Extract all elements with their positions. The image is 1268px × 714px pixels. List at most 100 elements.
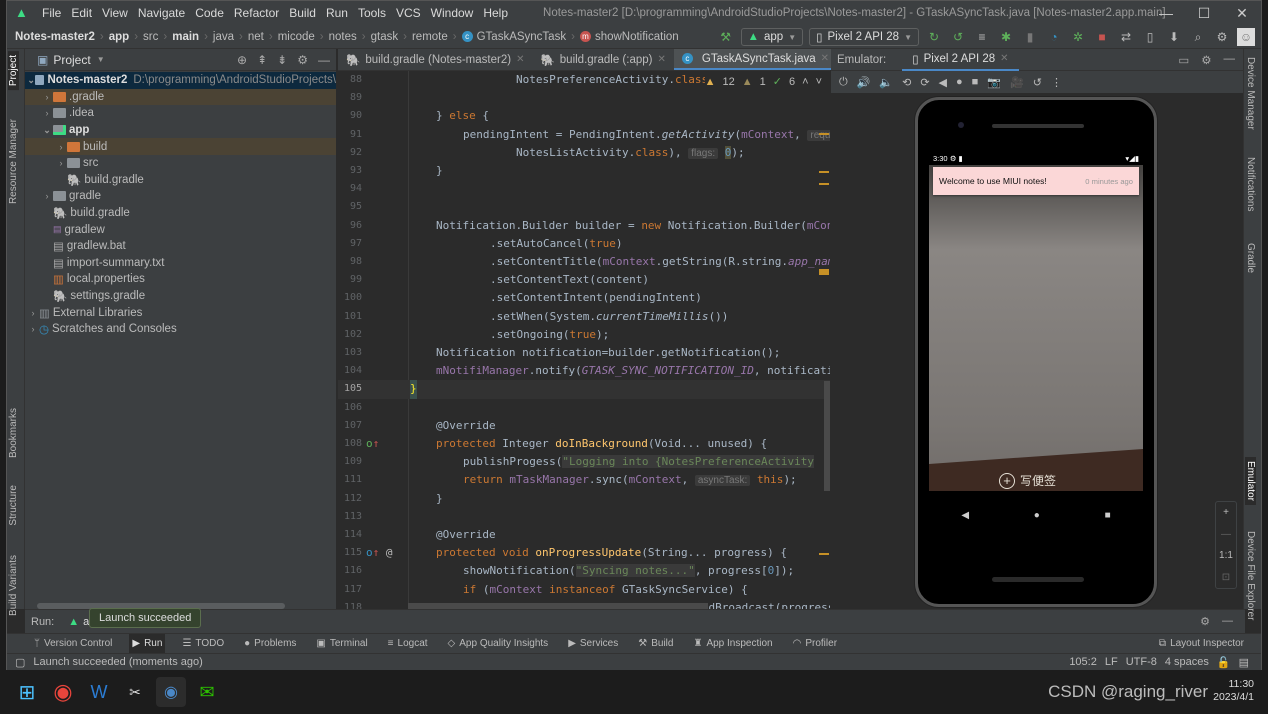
chevron-right-icon[interactable]: ›: [27, 324, 39, 334]
volume-up-icon[interactable]: 🔊: [857, 76, 871, 89]
tree-item[interactable]: › gradle: [25, 188, 336, 205]
toolwindow-logcat[interactable]: ≡ Logcat: [385, 634, 431, 654]
tab-build-gradle-app[interactable]: 🐘 build.gradle (:app) ✕: [532, 49, 673, 70]
toolwindow-build[interactable]: ⚒ Build: [635, 634, 676, 654]
stop-icon[interactable]: ■: [1093, 28, 1111, 46]
zoom-in-button[interactable]: +: [1223, 507, 1229, 518]
toolwindow-terminal[interactable]: ▣ Terminal: [313, 634, 370, 654]
run-config-select[interactable]: ▲ app ▼: [740, 28, 804, 46]
menu-window[interactable]: Window: [426, 1, 479, 25]
android-studio-taskbar-icon[interactable]: ◉: [156, 677, 186, 707]
breadcrumb-item[interactable]: java: [213, 31, 234, 43]
toolwindow-todo[interactable]: ☰ TODO: [179, 634, 227, 654]
project-view-select[interactable]: Project: [53, 53, 90, 67]
toolwindow-run[interactable]: ▶ Run: [129, 633, 166, 654]
menu-refactor[interactable]: Refactor: [229, 1, 284, 25]
tree-item[interactable]: › .idea: [25, 105, 336, 122]
tree-item[interactable]: 🐘 build.gradle: [25, 172, 336, 189]
more-vert-icon[interactable]: ⋮: [1051, 76, 1062, 89]
menu-help[interactable]: Help: [478, 1, 513, 25]
overrides-gutter-icon[interactable]: o↑ @: [366, 544, 393, 562]
indent-setting[interactable]: 4 spaces: [1165, 656, 1209, 669]
breadcrumb-item[interactable]: GTaskASyncTask: [477, 31, 566, 43]
error-stripe-mark[interactable]: [819, 553, 829, 555]
wechat-icon[interactable]: ✉: [192, 677, 222, 707]
tree-item[interactable]: 🐘 build.gradle: [25, 205, 336, 222]
toolwindow-services[interactable]: ▶ Services: [565, 634, 621, 654]
run-tests-icon[interactable]: ≡: [973, 28, 991, 46]
tree-item[interactable]: ⌄ Notes-master2 D:\programming\AndroidStud…: [25, 72, 336, 89]
stripe-build-variants[interactable]: Build Variants: [8, 551, 19, 620]
tree-item[interactable]: › .gradle: [25, 88, 336, 106]
stripe-emulator[interactable]: Emulator: [1245, 457, 1256, 506]
stripe-project[interactable]: Project: [8, 51, 19, 91]
attach-debugger-icon[interactable]: ▮: [1021, 28, 1039, 46]
gear-icon[interactable]: ⚙: [1200, 615, 1210, 628]
avatar[interactable]: ☺: [1237, 28, 1255, 46]
error-stripe-mark[interactable]: [819, 133, 829, 135]
inspection-widget[interactable]: ▲ 12 ▲ 1 ✓ 6 ˄ ˅: [704, 75, 822, 88]
status-message[interactable]: Launch succeeded (moments ago): [33, 656, 202, 668]
snipping-tool-icon[interactable]: ✂: [120, 677, 150, 707]
code-area[interactable]: 88NotesPreferenceActivity.class) 89 90} …: [338, 71, 830, 609]
power-icon[interactable]: ⏻: [839, 76, 848, 89]
emulator-device-tab[interactable]: ▯ Pixel 2 API 28 ✕: [902, 49, 1019, 71]
toolwindow-app-quality-insights[interactable]: ◇ App Quality Insights: [445, 634, 552, 654]
lock-icon[interactable]: 🔓: [1217, 656, 1231, 669]
chevron-down-icon[interactable]: ▼: [97, 55, 105, 64]
profile-icon[interactable]: ◔: [1045, 28, 1063, 46]
gear-icon[interactable]: ⚙: [1201, 53, 1211, 67]
previous-highlight-icon[interactable]: ˄: [802, 76, 808, 88]
stripe-device-manager[interactable]: Device Manager: [1245, 53, 1256, 134]
chrome-icon[interactable]: ◉: [48, 677, 78, 707]
tree-item[interactable]: › ◷ Scratches and Consoles: [25, 321, 336, 338]
file-encoding[interactable]: UTF-8: [1126, 656, 1157, 669]
stripe-device-file-explorer[interactable]: Device File Explorer: [1245, 527, 1256, 624]
breadcrumb-item[interactable]: micode: [278, 31, 315, 43]
stripe-gradle[interactable]: Gradle: [1245, 239, 1256, 277]
toolwindow-problems[interactable]: ● Problems: [241, 634, 299, 654]
chevron-right-icon[interactable]: ›: [27, 308, 39, 318]
windows-start-icon[interactable]: ⊞: [12, 677, 42, 707]
stripe-notifications[interactable]: Notifications: [1245, 153, 1256, 215]
tab-build-gradle-project[interactable]: 🐘 build.gradle (Notes-master2) ✕: [338, 49, 532, 70]
debug-icon[interactable]: ✱: [997, 28, 1015, 46]
breadcrumb-item[interactable]: notes: [329, 31, 357, 43]
tab-gtaskasynctask[interactable]: c GTaskASyncTask.java ✕: [673, 49, 838, 70]
breadcrumb-item[interactable]: showNotification: [595, 31, 679, 43]
chevron-right-icon[interactable]: ›: [41, 108, 53, 118]
search-icon[interactable]: ⌕: [1189, 28, 1207, 46]
tree-item[interactable]: 🐘 settings.gradle: [25, 288, 336, 305]
chevron-down-icon[interactable]: ⌄: [41, 125, 53, 136]
nav-recents-icon[interactable]: ■: [1105, 510, 1111, 521]
close-icon[interactable]: ✕: [516, 54, 524, 65]
device-screen[interactable]: 3:30 ⚙ ▮ ▾◢▮ Welcome to use MIUI notes! 0 …: [929, 153, 1143, 539]
nav-back-icon[interactable]: ◀: [961, 510, 969, 521]
overrides-gutter-icon[interactable]: o↑: [366, 435, 379, 453]
breadcrumb-item[interactable]: Notes-master2: [15, 31, 95, 43]
apply-changes-restart-icon[interactable]: ↻: [925, 28, 943, 46]
device-select[interactable]: ▯ Pixel 2 API 28 ▼: [809, 28, 919, 46]
hide-icon[interactable]: —: [1224, 53, 1236, 67]
breadcrumb-item[interactable]: gtask: [371, 31, 399, 43]
breadcrumb-item[interactable]: app: [109, 31, 129, 43]
debug-attach-icon[interactable]: ✲: [1069, 28, 1087, 46]
close-button[interactable]: ✕: [1223, 1, 1261, 25]
gear-icon[interactable]: ⚙: [1213, 28, 1231, 46]
nav-home-icon[interactable]: ●: [1034, 510, 1040, 521]
hammer-build-icon[interactable]: ⚒: [717, 28, 735, 46]
stripe-resource-manager[interactable]: Resource Manager: [8, 115, 19, 208]
write-note-button[interactable]: + 写便签: [999, 472, 1056, 489]
breadcrumb-item[interactable]: src: [143, 31, 158, 43]
screenshot-icon[interactable]: 📷: [987, 76, 1001, 89]
caret-position[interactable]: 105:2: [1069, 656, 1097, 669]
fit-screen-icon[interactable]: ⊡: [1222, 572, 1230, 583]
vertical-scrollbar[interactable]: [824, 381, 830, 491]
apply-code-changes-icon[interactable]: ↺: [949, 28, 967, 46]
window-mode-icon[interactable]: ▭: [1178, 53, 1189, 67]
chevron-right-icon[interactable]: ›: [55, 142, 67, 152]
menu-file[interactable]: File: [37, 1, 66, 25]
close-icon[interactable]: ✕: [657, 54, 665, 65]
expand-all-icon[interactable]: ⇞: [257, 53, 267, 67]
tree-item[interactable]: › src: [25, 155, 336, 172]
